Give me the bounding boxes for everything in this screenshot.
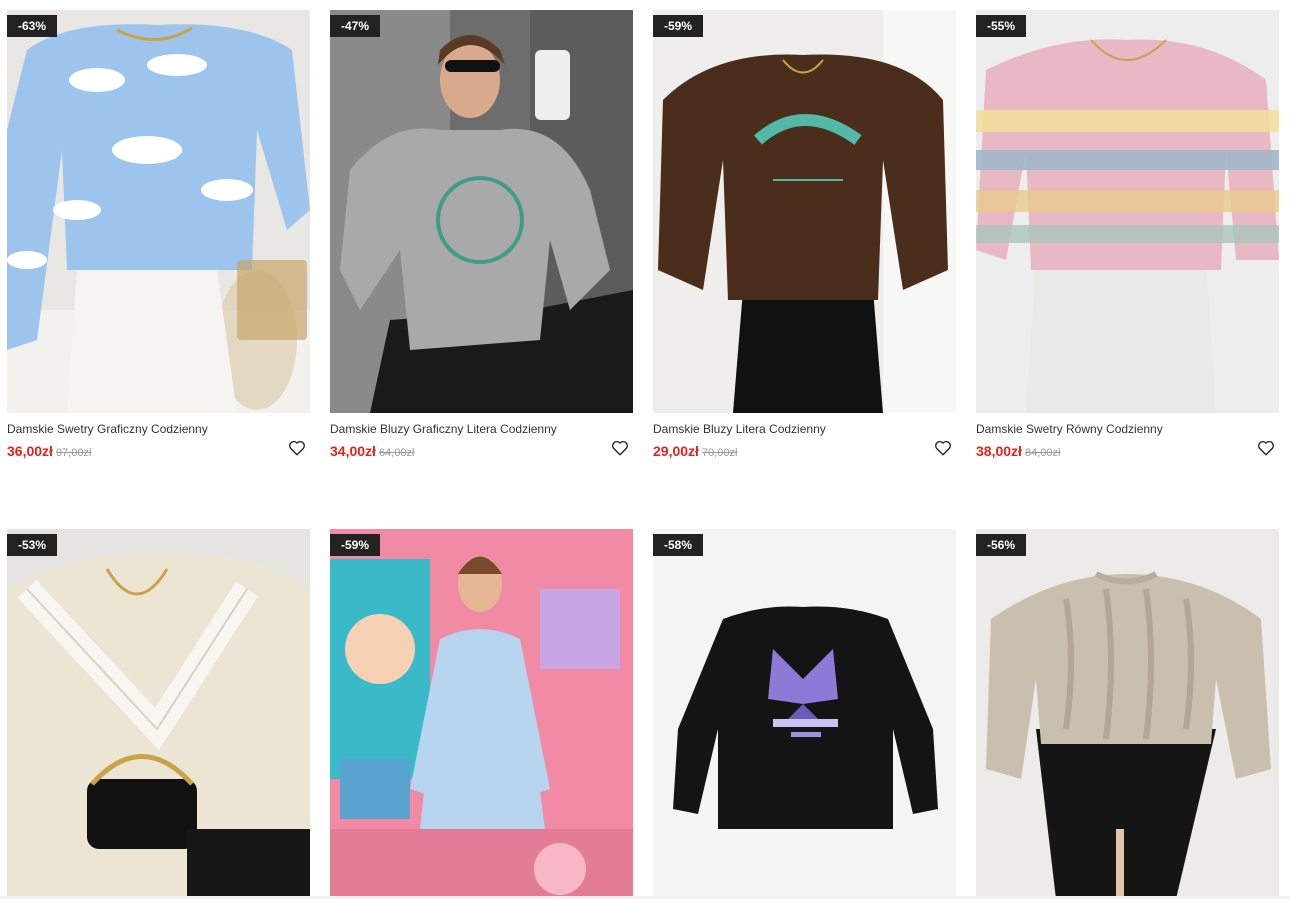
original-price: 97,00zł [55, 447, 92, 459]
product-card[interactable]: -63% Damskie Swetry Graficzny Codzienny … [7, 10, 310, 461]
product-card[interactable]: -53% [7, 529, 310, 899]
product-image[interactable]: -59% [653, 10, 956, 413]
sale-price: 34,00zł [330, 443, 376, 459]
heart-outline-icon[interactable] [934, 439, 952, 457]
heart-outline-icon[interactable] [288, 439, 306, 457]
discount-badge: -59% [653, 15, 704, 37]
black-butterfly-sweatshirt-photo [653, 529, 956, 899]
product-image[interactable]: -47% [330, 10, 633, 413]
blue-cloud-sweater-photo [7, 10, 310, 413]
original-price: 64,00zł [378, 447, 415, 459]
heart-outline-icon[interactable] [611, 439, 629, 457]
product-title[interactable]: Damskie Swetry Graficzny Codzienny [7, 422, 277, 436]
product-grid: -63% Damskie Swetry Graficzny Codzienny … [0, 0, 1290, 899]
discount-badge: -53% [7, 534, 58, 556]
sale-price: 29,00zł [653, 443, 699, 459]
cream-lace-vneck-sweater-photo [7, 529, 310, 899]
product-title[interactable]: Damskie Swetry Równy Codzienny [976, 422, 1246, 436]
product-image[interactable]: -55% [976, 10, 1279, 413]
product-card[interactable]: -56% [976, 529, 1279, 899]
grey-tennis-hoodie-photo [330, 10, 633, 413]
product-image[interactable]: -59% [330, 529, 633, 899]
sale-price: 36,00zł [7, 443, 53, 459]
product-card[interactable]: -47% Damskie Bluzy Graficzny Litera Codz… [330, 10, 633, 461]
product-card[interactable]: -59% [330, 529, 633, 899]
discount-badge: -47% [330, 15, 381, 37]
price-row: 34,00zł 64,00zł [330, 440, 633, 461]
product-card[interactable]: -55% Damskie Swetry Równy Codzienny 38,0… [976, 10, 1279, 461]
light-blue-dress-photo [330, 529, 633, 899]
original-price: 70,00zł [701, 447, 738, 459]
product-title[interactable]: Damskie Bluzy Graficzny Litera Codzienny [330, 422, 600, 436]
discount-badge: -59% [330, 534, 381, 556]
discount-badge: -63% [7, 15, 58, 37]
sale-price: 38,00zł [976, 443, 1022, 459]
rainbow-stripe-sweater-photo [976, 10, 1279, 413]
discount-badge: -55% [976, 15, 1027, 37]
product-card[interactable]: -59% Damskie Bluzy Litera Codzienny 29,0… [653, 10, 956, 461]
product-title[interactable]: Damskie Bluzy Litera Codzienny [653, 422, 923, 436]
product-image[interactable]: -58% [653, 529, 956, 899]
discount-badge: -56% [976, 534, 1027, 556]
brown-los-angeles-sweatshirt-photo [653, 10, 956, 413]
price-row: 29,00zł 70,00zł [653, 440, 956, 461]
heart-outline-icon[interactable] [1257, 439, 1275, 457]
product-image[interactable]: -53% [7, 529, 310, 899]
price-row: 36,00zł 97,00zł [7, 440, 310, 461]
original-price: 84,00zł [1024, 447, 1061, 459]
product-image[interactable]: -56% [976, 529, 1279, 899]
beige-cable-knit-sweater-photo [976, 529, 1279, 899]
discount-badge: -58% [653, 534, 704, 556]
product-image[interactable]: -63% [7, 10, 310, 413]
price-row: 38,00zł 84,00zł [976, 440, 1279, 461]
product-card[interactable]: -58% [653, 529, 956, 899]
